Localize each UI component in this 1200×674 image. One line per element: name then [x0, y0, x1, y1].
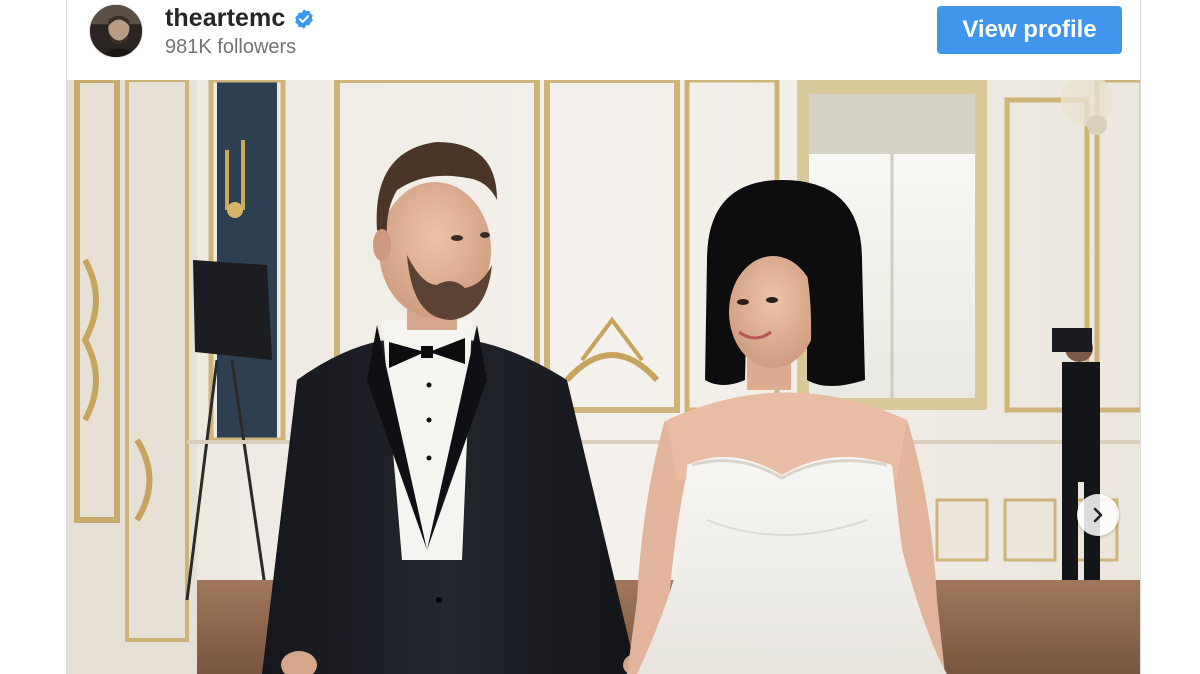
username[interactable]: theartemc: [165, 4, 285, 33]
avatar-image: [90, 5, 142, 57]
carousel-next-button[interactable]: [1077, 494, 1119, 536]
instagram-embed: theartemc 981K followers View profile: [66, 0, 1141, 674]
view-profile-button[interactable]: View profile: [937, 6, 1122, 54]
username-row: theartemc: [165, 4, 315, 33]
follower-count: 981K followers: [165, 36, 297, 58]
post-header: theartemc 981K followers View profile: [67, 0, 1140, 80]
post-photo[interactable]: [67, 80, 1140, 674]
verified-badge-icon: [293, 8, 315, 30]
chevron-right-icon: [1093, 507, 1103, 523]
wedding-photo-image: [67, 80, 1140, 674]
profile-avatar[interactable]: [89, 4, 143, 58]
